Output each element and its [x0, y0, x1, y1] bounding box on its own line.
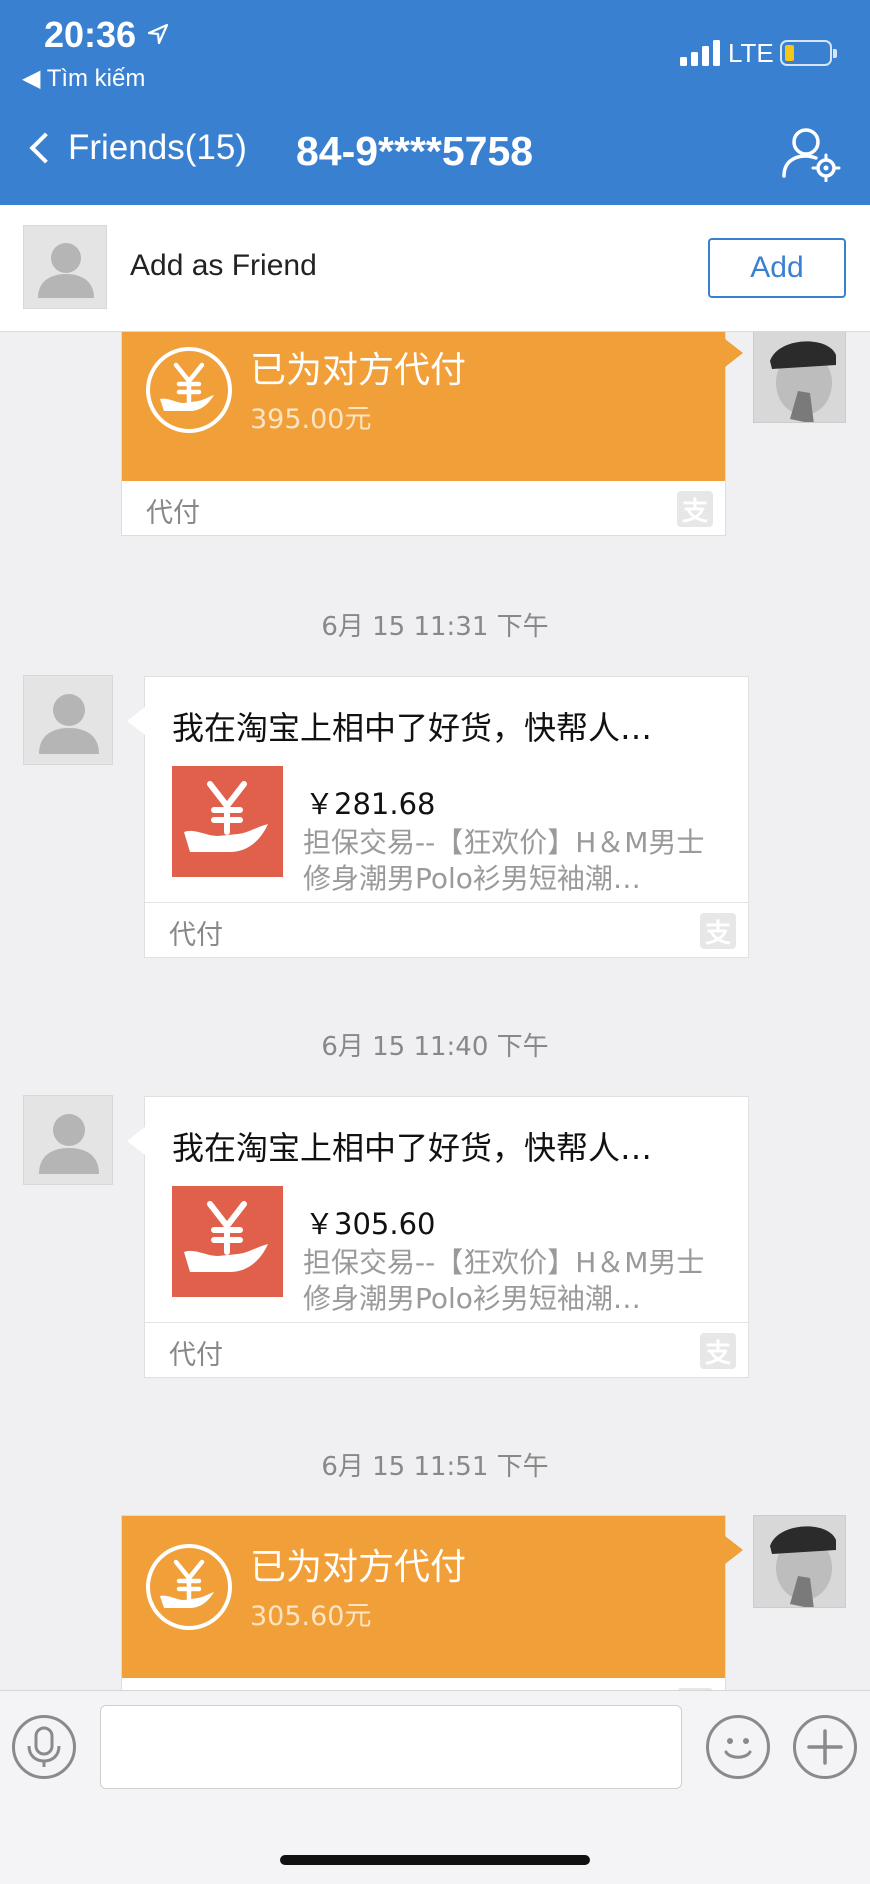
message-text: 我在淘宝上相中了好货，快帮人… [172, 1129, 653, 1167]
timestamp: 6月 15 11:40 下午 [321, 1032, 549, 1062]
voice-button[interactable] [12, 1715, 76, 1779]
plus-button[interactable] [793, 1715, 857, 1779]
card-title: 已为对方代付 [250, 1547, 467, 1588]
avatar[interactable] [753, 1515, 846, 1608]
add-button[interactable]: Add [708, 238, 846, 298]
voice-icon [27, 1726, 61, 1767]
message-text: 我在淘宝上相中了好货，快帮人… [172, 709, 653, 747]
status-time: 20:36 [44, 14, 137, 55]
avatar[interactable] [23, 1095, 113, 1185]
back-to-app[interactable]: ◀ Tìm kiếm [22, 64, 145, 93]
back-button[interactable]: Friends(15) [29, 128, 247, 168]
yuan-hand-icon [146, 347, 232, 433]
chat-area[interactable]: 已为对方代付 395.00元 代付 支 6月 15 11:31 下午 我在淘宝上… [0, 332, 870, 1690]
message-input[interactable] [100, 1705, 682, 1789]
user-photo-avatar-icon [754, 332, 845, 422]
pay-request-card[interactable]: 我在淘宝上相中了好货，快帮人… ￥305.60 担保交易--【狂欢价】H＆M男士… [127, 1096, 749, 1378]
signal-icon [680, 40, 720, 66]
emoji-icon [724, 1738, 752, 1759]
back-label: Friends(15) [68, 128, 247, 167]
default-avatar-icon [39, 1114, 99, 1174]
home-indicator[interactable] [280, 1855, 590, 1865]
price: ￥281.68 [305, 787, 436, 821]
item-description: 担保交易--【狂欢价】H＆M男士修身潮男Polo衫男短袖潮… [303, 826, 705, 895]
avatar[interactable] [23, 225, 107, 309]
pay-request-card[interactable]: 我在淘宝上相中了好货，快帮人… ￥281.68 担保交易--【狂欢价】H＆M男士… [127, 676, 749, 958]
avatar[interactable] [753, 332, 846, 423]
alipay-icon: 支 [700, 913, 736, 949]
paid-for-you-card[interactable]: 已为对方代付 395.00元 代付 支 [121, 332, 743, 536]
alipay-icon: 支 [677, 491, 713, 527]
card-footer-label: 代付 [146, 498, 200, 529]
item-description: 担保交易--【狂欢价】H＆M男士修身潮男Polo衫男短袖潮… [303, 1246, 705, 1315]
network-type: LTE [728, 38, 774, 68]
add-friend-text: Add as Friend [130, 249, 317, 282]
timestamp: 6月 15 11:31 下午 [321, 612, 549, 642]
default-avatar-icon [39, 694, 99, 754]
emoji-button[interactable] [706, 1715, 770, 1779]
card-title: 已为对方代付 [250, 350, 467, 391]
yuan-hand-icon [172, 766, 283, 877]
location-arrow-icon [147, 23, 169, 45]
plus-icon [807, 1729, 843, 1765]
yuan-hand-icon [146, 1544, 232, 1630]
battery-icon [780, 40, 837, 66]
page-title: 84-9****5758 [296, 128, 534, 174]
card-amount: 395.00元 [250, 404, 372, 435]
card-footer-label: 代付 [169, 1340, 223, 1371]
user-photo-avatar-icon [754, 1516, 845, 1607]
card-amount: 305.60元 [250, 1601, 372, 1632]
timestamp: 6月 15 11:51 下午 [321, 1452, 549, 1482]
back-chevron-icon [29, 132, 61, 164]
header: 20:36 ◀ Tìm kiếm LTE Friends(15) 84-9***… [0, 0, 870, 205]
paid-for-you-card[interactable]: 已为对方代付 305.60元 代付 支 [121, 1515, 743, 1690]
alipay-icon: 支 [700, 1333, 736, 1369]
card-footer-label: 代付 [169, 920, 223, 951]
price: ￥305.60 [305, 1207, 436, 1241]
yuan-hand-icon [172, 1186, 283, 1297]
default-avatar-icon [38, 243, 94, 298]
add-friend-bar: Add as Friend Add [0, 205, 870, 332]
avatar[interactable] [23, 675, 113, 765]
input-bar [0, 1690, 870, 1884]
friend-settings-icon[interactable] [780, 126, 842, 182]
